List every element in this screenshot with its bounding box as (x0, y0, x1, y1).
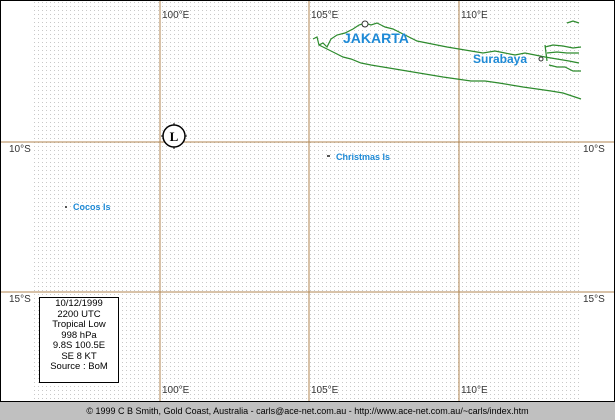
info-position: 9.8S 100.5E (52, 340, 106, 351)
place-label-jakarta: JAKARTA (343, 30, 409, 46)
storm-info-box: 10/12/1999 2200 UTC Tropical Low 998 hPa… (39, 297, 119, 383)
lon-label-bottom-105e: 105°E (311, 385, 339, 396)
lat-label-left-10s: 10°S (9, 144, 31, 155)
lon-label-top-110e: 110°E (461, 10, 488, 21)
footer-credits: © 1999 C B Smith, Gold Coast, Australia … (86, 406, 529, 416)
lat-label-right-10s: 10°S (583, 144, 605, 155)
info-source: Source : BoM (50, 361, 108, 372)
lat-label-right-15s: 15°S (583, 294, 605, 305)
tropical-low-letter: L (170, 129, 179, 144)
place-label-christmas-island: Christmas Is (336, 152, 390, 162)
info-category: Tropical Low (52, 319, 106, 330)
christmas-island-marker (327, 155, 330, 157)
lon-label-top-105e: 105°E (311, 10, 339, 21)
lon-label-bottom-110e: 110°E (461, 385, 488, 396)
place-label-surabaya: Surabaya (473, 52, 527, 66)
map-frame: 100°E 105°E 110°E 100°E 105°E 110°E 10°S… (0, 0, 615, 402)
lat-label-left-15s: 15°S (9, 294, 31, 305)
cocos-islands-marker (65, 206, 67, 208)
place-label-cocos-islands: Cocos Is (73, 202, 111, 212)
jakarta-marker (361, 20, 369, 28)
info-date: 10/12/1999 (55, 298, 103, 309)
surabaya-marker (538, 56, 544, 62)
lon-label-top-100e: 100°E (162, 10, 190, 21)
lon-label-bottom-100e: 100°E (162, 385, 190, 396)
